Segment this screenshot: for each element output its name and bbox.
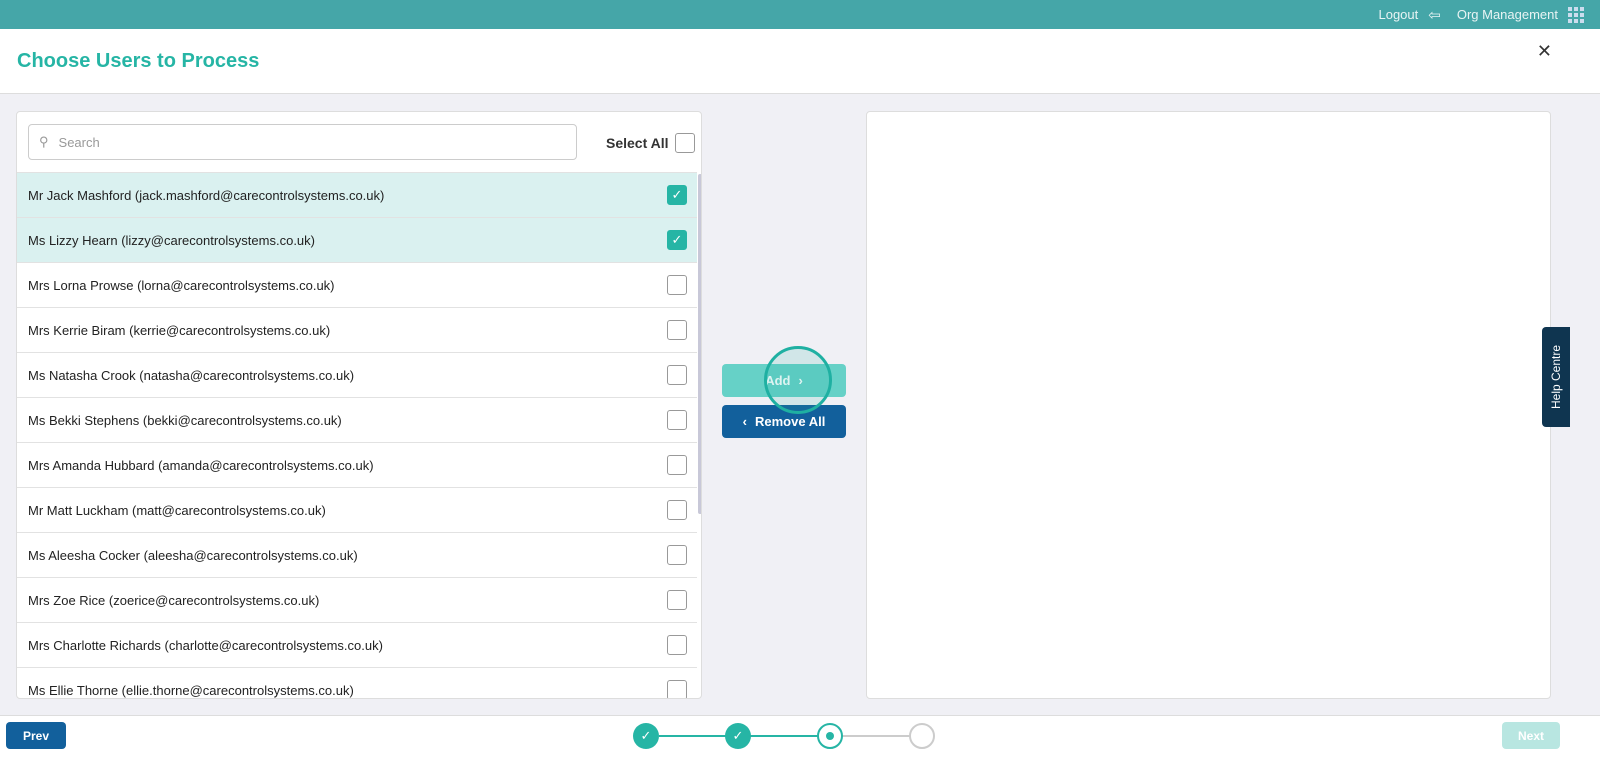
apps-grid-icon[interactable]	[1568, 6, 1584, 23]
user-label: Mrs Lorna Prowse (lorna@carecontrolsyste…	[28, 277, 335, 293]
user-checkbox[interactable]	[667, 500, 687, 520]
user-row[interactable]: Ms Ellie Thorne (ellie.thorne@carecontro…	[17, 667, 697, 698]
user-label: Mr Matt Luckham (matt@carecontrolsystems…	[28, 502, 326, 518]
select-all-label: Select All	[606, 135, 669, 151]
user-checkbox[interactable]: ✓	[667, 230, 687, 250]
user-checkbox[interactable]	[667, 590, 687, 610]
user-list-panel: ⚲ Search Select All Mr Jack Mashford (ja…	[16, 111, 702, 699]
next-button[interactable]: Next	[1502, 722, 1560, 749]
search-icon: ⚲	[39, 134, 49, 149]
select-all[interactable]: Select All	[606, 133, 695, 153]
user-label: Mrs Amanda Hubbard (amanda@carecontrolsy…	[28, 457, 374, 473]
select-all-checkbox[interactable]	[674, 133, 695, 153]
user-row[interactable]: Mrs Lorna Prowse (lorna@carecontrolsyste…	[17, 262, 697, 307]
logout-link[interactable]: Logout	[1378, 7, 1418, 22]
stepper-line-pending	[840, 735, 920, 737]
user-checkbox[interactable]	[667, 545, 687, 565]
user-label: Ms Aleesha Cocker (aleesha@carecontrolsy…	[28, 547, 358, 563]
user-checkbox[interactable]	[667, 410, 687, 430]
remove-all-label: Remove All	[755, 414, 826, 429]
user-row[interactable]: Ms Aleesha Cocker (aleesha@carecontrolsy…	[17, 532, 697, 577]
prev-button[interactable]: Prev	[6, 722, 66, 749]
user-row[interactable]: Mr Matt Luckham (matt@carecontrolsystems…	[17, 487, 697, 532]
top-bar: Logout ⇦ Org Management	[0, 0, 1600, 29]
dialog-header: Choose Users to Process ✕	[0, 29, 1600, 94]
user-row[interactable]: Ms Bekki Stephens (bekki@carecontrolsyst…	[17, 397, 697, 442]
footer: Prev ✓ ✓ Next	[0, 715, 1600, 769]
close-icon[interactable]: ✕	[1537, 41, 1552, 62]
user-checkbox[interactable]	[667, 455, 687, 475]
org-management-link[interactable]: Org Management	[1457, 7, 1558, 22]
user-label: Mrs Charlotte Richards (charlotte@careco…	[28, 637, 383, 653]
search-input[interactable]: ⚲ Search	[28, 124, 577, 160]
user-row[interactable]: Mrs Amanda Hubbard (amanda@carecontrolsy…	[17, 442, 697, 487]
user-checkbox[interactable]	[667, 635, 687, 655]
user-label: Ms Ellie Thorne (ellie.thorne@carecontro…	[28, 682, 354, 698]
step-3-current	[817, 723, 843, 749]
help-centre-tab[interactable]: Help Centre	[1542, 327, 1570, 427]
step-1-complete-check-icon: ✓	[633, 723, 659, 749]
user-label: Mrs Kerrie Biram (kerrie@carecontrolsyst…	[28, 322, 331, 338]
user-checkbox[interactable]	[667, 680, 687, 698]
user-checkbox[interactable]: ✓	[667, 185, 687, 205]
user-row[interactable]: Mrs Kerrie Biram (kerrie@carecontrolsyst…	[17, 307, 697, 352]
user-row[interactable]: Mrs Zoe Rice (zoerice@carecontrolsystems…	[17, 577, 697, 622]
user-checkbox[interactable]	[667, 275, 687, 295]
user-checkbox[interactable]	[667, 365, 687, 385]
user-label: Mr Jack Mashford (jack.mashford@carecont…	[28, 187, 385, 203]
search-placeholder: Search	[58, 134, 100, 150]
user-checkbox[interactable]	[667, 320, 687, 340]
scrollbar[interactable]	[698, 174, 701, 514]
user-label: Ms Natasha Crook (natasha@carecontrolsys…	[28, 367, 355, 383]
user-label: Ms Lizzy Hearn (lizzy@carecontrolsystems…	[28, 232, 315, 248]
chevron-left-icon: ‹	[742, 414, 747, 429]
step-4-pending	[909, 723, 935, 749]
user-row[interactable]: Mrs Charlotte Richards (charlotte@careco…	[17, 622, 697, 667]
user-row[interactable]: Ms Natasha Crook (natasha@carecontrolsys…	[17, 352, 697, 397]
user-list: Mr Jack Mashford (jack.mashford@carecont…	[17, 172, 697, 698]
user-row[interactable]: Mr Jack Mashford (jack.mashford@carecont…	[17, 172, 697, 217]
user-row[interactable]: Ms Lizzy Hearn (lizzy@carecontrolsystems…	[17, 217, 697, 262]
logout-icon[interactable]: ⇦	[1428, 6, 1441, 24]
step-2-complete-check-icon: ✓	[725, 723, 751, 749]
page-title: Choose Users to Process	[17, 50, 260, 72]
click-indicator	[764, 346, 832, 414]
selected-users-panel	[866, 111, 1551, 699]
user-label: Ms Bekki Stephens (bekki@carecontrolsyst…	[28, 412, 342, 428]
user-label: Mrs Zoe Rice (zoerice@carecontrolsystems…	[28, 592, 320, 608]
